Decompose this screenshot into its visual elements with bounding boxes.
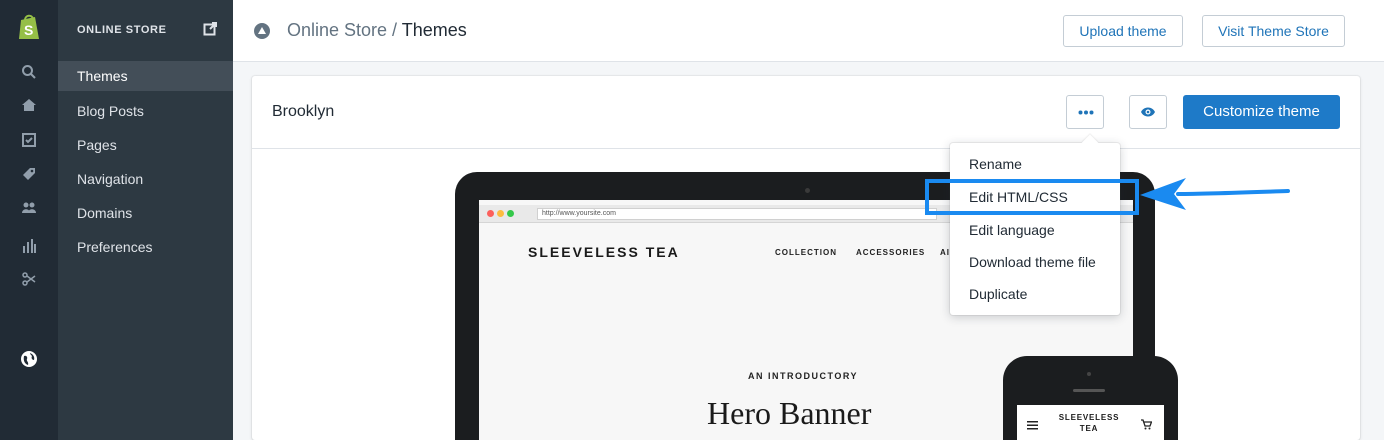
menu-item-duplicate[interactable]: Duplicate bbox=[950, 278, 1120, 310]
preview-nav-about: AI bbox=[940, 248, 950, 257]
annotation-arrow-icon bbox=[1140, 178, 1290, 210]
preview-intro: AN INTRODUCTORY bbox=[748, 371, 858, 381]
menu-item-edit-language[interactable]: Edit language bbox=[950, 214, 1120, 246]
nav-item-domains[interactable]: Domains bbox=[58, 198, 233, 228]
preview-site-title: SLEEVELESS TEA bbox=[528, 244, 680, 260]
upload-theme-button[interactable]: Upload theme bbox=[1063, 15, 1183, 47]
eye-icon bbox=[1141, 107, 1155, 117]
discounts-icon[interactable] bbox=[21, 271, 37, 287]
svg-text:S: S bbox=[24, 22, 33, 38]
icon-rail: S bbox=[0, 0, 58, 440]
close-dot bbox=[487, 210, 494, 217]
menu-item-download-theme[interactable]: Download theme file bbox=[950, 246, 1120, 278]
annotation-highlight-box bbox=[925, 179, 1139, 215]
customize-theme-button[interactable]: Customize theme bbox=[1183, 95, 1340, 129]
preview-url: http://www.yoursite.com bbox=[537, 208, 937, 220]
globe-icon[interactable] bbox=[20, 350, 38, 368]
breadcrumb-parent[interactable]: Online Store / bbox=[287, 20, 397, 40]
hamburger-icon bbox=[1027, 421, 1038, 430]
reports-icon[interactable] bbox=[21, 238, 37, 254]
sales-channel-nav: ONLINE STORE Themes Blog Posts Pages Nav… bbox=[58, 0, 233, 440]
top-bar: Online Store / Themes Upload theme Visit… bbox=[233, 0, 1384, 62]
theme-name: Brooklyn bbox=[272, 103, 335, 120]
more-actions-button[interactable] bbox=[1066, 95, 1104, 129]
online-store-icon bbox=[254, 23, 270, 39]
nav-item-pages[interactable]: Pages bbox=[58, 130, 233, 160]
nav-item-themes[interactable]: Themes bbox=[58, 61, 233, 91]
minimize-dot bbox=[497, 210, 504, 217]
preview-nav-collection: COLLECTION bbox=[775, 248, 837, 257]
preview-button[interactable] bbox=[1129, 95, 1167, 129]
phone-speaker bbox=[1073, 389, 1105, 392]
phone-site-title: SLEEVELESS TEA bbox=[1058, 413, 1120, 433]
nav-item-navigation[interactable]: Navigation bbox=[58, 164, 233, 194]
phone-camera bbox=[1087, 372, 1091, 376]
cart-icon bbox=[1141, 419, 1152, 430]
app: S ONLINE STORE Themes Blog Posts Pages N… bbox=[0, 0, 1384, 440]
home-icon[interactable] bbox=[21, 97, 37, 113]
nav-item-preferences[interactable]: Preferences bbox=[58, 232, 233, 262]
page-title: Themes bbox=[401, 20, 467, 40]
ellipsis-icon bbox=[1078, 110, 1094, 115]
maximize-dot bbox=[507, 210, 514, 217]
external-link-icon[interactable] bbox=[203, 22, 217, 36]
tag-icon[interactable] bbox=[21, 166, 37, 182]
theme-actions-menu: Rename Edit HTML/CSS Edit language Downl… bbox=[950, 134, 1120, 315]
theme-card-header: Brooklyn Customize theme bbox=[252, 76, 1360, 149]
preview-hero-title: Hero Banner bbox=[707, 395, 872, 431]
search-icon[interactable] bbox=[21, 64, 37, 80]
nav-item-blog-posts[interactable]: Blog Posts bbox=[58, 96, 233, 126]
preview-nav-accessories: ACCESSORIES bbox=[856, 248, 926, 257]
shopify-logo-icon[interactable]: S bbox=[17, 14, 41, 41]
online-store-label: ONLINE STORE bbox=[77, 24, 167, 36]
visit-theme-store-button[interactable]: Visit Theme Store bbox=[1202, 15, 1345, 47]
customers-icon[interactable] bbox=[21, 200, 37, 216]
laptop-camera bbox=[805, 188, 810, 193]
orders-icon[interactable] bbox=[21, 132, 37, 148]
breadcrumb: Online Store / Themes bbox=[287, 20, 467, 41]
menu-item-rename[interactable]: Rename bbox=[950, 148, 1120, 180]
